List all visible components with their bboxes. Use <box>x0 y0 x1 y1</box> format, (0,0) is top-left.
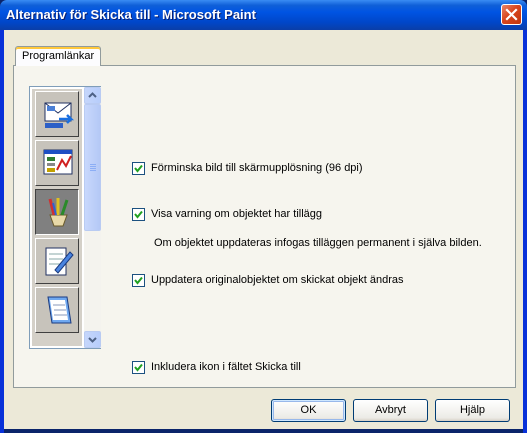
cancel-button[interactable]: Avbryt <box>353 399 428 422</box>
scroll-grip <box>90 170 96 171</box>
scroll-grip <box>90 168 96 169</box>
notepad-pen-icon <box>45 247 74 276</box>
list-item-window-chart[interactable] <box>35 140 79 186</box>
icon-strip <box>32 89 82 346</box>
scroll-grip <box>90 166 96 167</box>
include-icon-checkbox[interactable] <box>132 361 145 374</box>
checkmark-icon <box>134 210 143 219</box>
reduce-resolution-label[interactable]: Förminska bild till skärmupplösning (96 … <box>151 162 363 174</box>
paint-brushes-icon <box>48 198 69 227</box>
vertical-scrollbar[interactable] <box>84 87 101 348</box>
checkmark-icon <box>134 276 143 285</box>
scroll-down-button[interactable] <box>84 331 101 348</box>
tab-programlankar[interactable]: Programlänkar <box>15 46 102 66</box>
warning-note: Om objektet uppdateras infogas tilläggen… <box>154 237 482 249</box>
scroll-grip <box>90 164 96 165</box>
list-item-envelope[interactable] <box>35 91 79 137</box>
dialog-window: Alternativ för Skicka till - Microsoft P… <box>0 0 527 433</box>
scroll-up-button[interactable] <box>84 87 101 104</box>
list-item-notepad[interactable] <box>35 238 79 284</box>
update-original-label[interactable]: Uppdatera originalobjektet om skickat ob… <box>151 274 404 286</box>
update-original-checkbox[interactable] <box>132 274 145 287</box>
dialog-client-area: Programlänkar Förminska bild till skärmu… <box>4 30 523 429</box>
reduce-resolution-checkbox[interactable] <box>132 162 145 175</box>
help-button[interactable]: Hjälp <box>435 399 510 422</box>
include-icon-label[interactable]: Inkludera ikon i fältet Skicka till <box>151 361 301 373</box>
tab-panel: Förminska bild till skärmupplösning (96 … <box>13 65 516 388</box>
window-title: Alternativ för Skicka till - Microsoft P… <box>6 7 256 22</box>
list-item-paint[interactable] <box>35 189 79 235</box>
checkmark-icon <box>134 363 143 372</box>
chevron-up-icon <box>88 92 97 98</box>
close-icon <box>505 8 518 21</box>
show-warning-checkbox[interactable] <box>132 208 145 221</box>
show-warning-label[interactable]: Visa varning om objektet har tillägg <box>151 208 322 220</box>
checkmark-icon <box>134 164 143 173</box>
window-border-right <box>523 30 527 433</box>
window-chart-icon <box>43 149 73 175</box>
scroll-thumb[interactable] <box>84 104 101 231</box>
envelope-send-icon <box>44 102 75 128</box>
close-button[interactable] <box>501 4 522 25</box>
title-bar[interactable]: Alternativ för Skicka till - Microsoft P… <box>0 0 527 30</box>
notebook-icon <box>47 296 72 324</box>
chevron-down-icon <box>88 337 97 343</box>
ok-button[interactable]: OK <box>271 399 346 422</box>
program-icon-list[interactable] <box>29 86 101 349</box>
list-item-notebook[interactable] <box>35 287 79 333</box>
